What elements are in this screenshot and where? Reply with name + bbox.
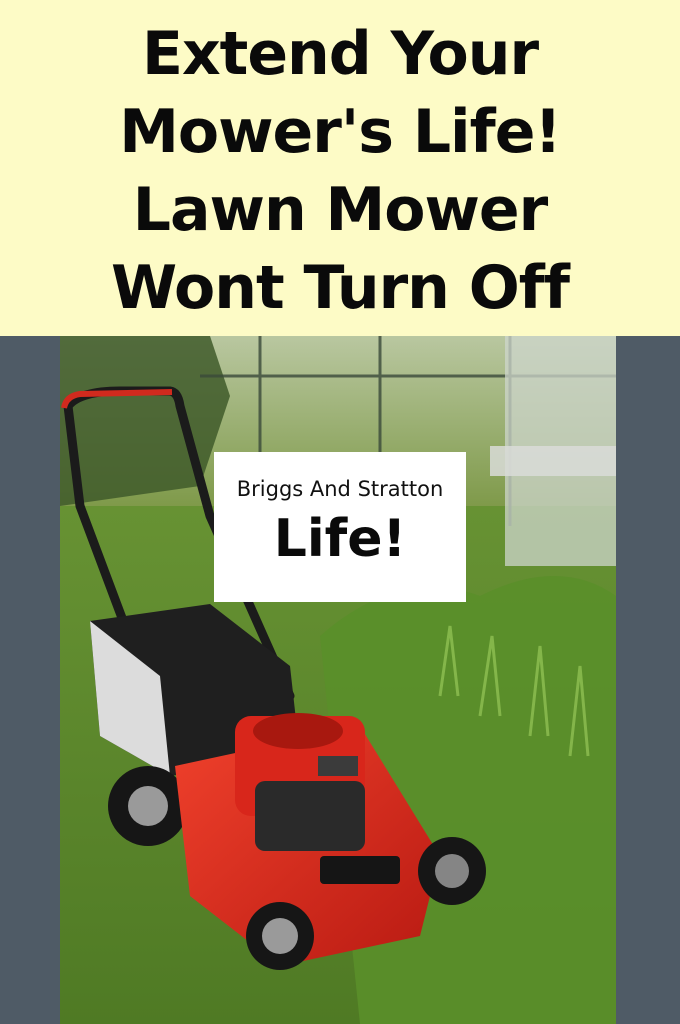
- title-banner: Extend Your Mower's Life! Lawn Mower Won…: [0, 0, 680, 336]
- label-card: Briggs And Stratton Life!: [214, 452, 466, 602]
- lawn-mower-photo: [60, 336, 616, 1024]
- label-main-text: Life!: [273, 509, 407, 569]
- engine-block: [255, 781, 365, 851]
- right-side-bar: [616, 336, 680, 1024]
- label-subtitle: Briggs And Stratton: [236, 477, 444, 501]
- left-side-bar: [0, 336, 60, 1024]
- title-line-1: Extend Your: [141, 19, 539, 89]
- deck-badge: [320, 856, 400, 884]
- title-line-2: Mower's Life!: [119, 97, 562, 167]
- title-line-3: Lawn Mower: [132, 175, 548, 245]
- title-line-4: Wont Turn Off: [110, 253, 570, 323]
